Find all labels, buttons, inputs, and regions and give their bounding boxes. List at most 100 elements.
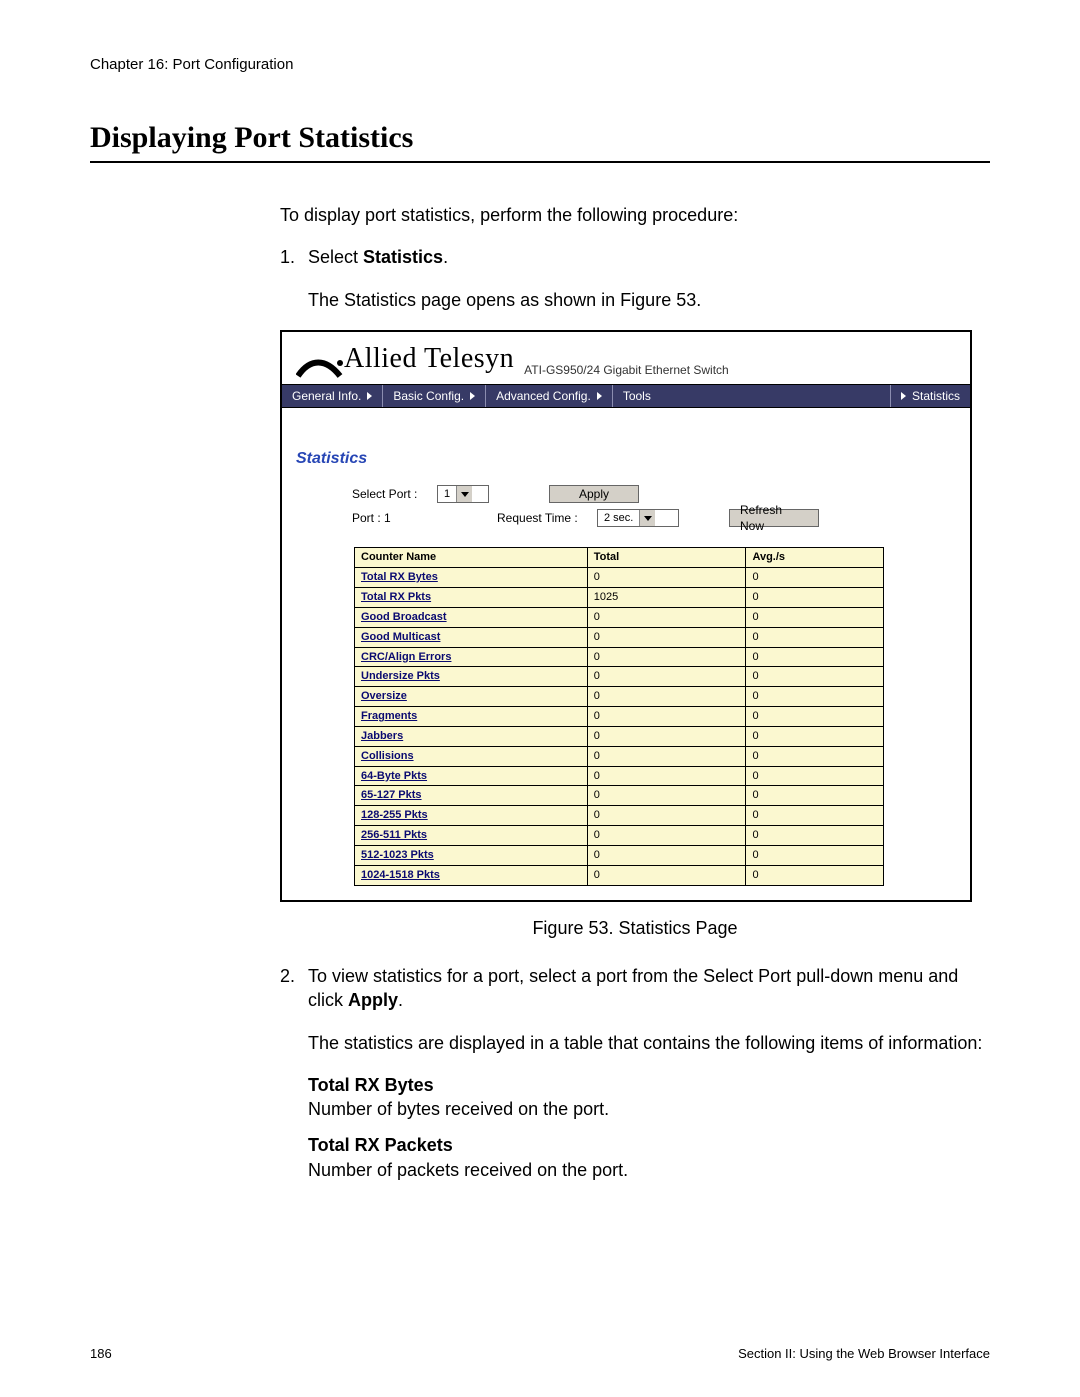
menu-label: Statistics xyxy=(912,388,960,404)
table-row: 1024-1518 Pkts 00 xyxy=(355,865,884,885)
step-bold: Statistics xyxy=(363,247,443,267)
menu-bar: General Info. Basic Config. Advanced Con… xyxy=(282,384,970,408)
cell-avg: 0 xyxy=(746,707,884,727)
chevron-right-icon xyxy=(367,392,372,400)
counter-name-link[interactable]: 512-1023 Pkts xyxy=(361,849,434,861)
table-row: Jabbers00 xyxy=(355,726,884,746)
menu-label: Advanced Config. xyxy=(496,388,591,404)
request-time-label: Request Time : xyxy=(497,510,587,526)
brand-name: Allied Telesyn xyxy=(344,340,514,378)
page-footer: 186 Section II: Using the Web Browser In… xyxy=(90,1346,990,1361)
def-desc: Number of packets received on the port. xyxy=(308,1158,990,1182)
cell-avg: 0 xyxy=(746,826,884,846)
counter-name-link[interactable]: Oversize xyxy=(361,690,407,702)
menu-label: General Info. xyxy=(292,388,361,404)
cell-total: 0 xyxy=(587,865,746,885)
figure-caption: Figure 53. Statistics Page xyxy=(280,916,990,940)
cell-avg: 0 xyxy=(746,845,884,865)
cell-avg: 0 xyxy=(746,627,884,647)
def-term: Total RX Packets xyxy=(308,1133,990,1157)
definition-list: Total RX Bytes Number of bytes received … xyxy=(308,1073,990,1182)
menu-label: Basic Config. xyxy=(393,388,464,404)
cell-total: 0 xyxy=(587,707,746,727)
table-row: Oversize 00 xyxy=(355,687,884,707)
section-label: Section II: Using the Web Browser Interf… xyxy=(738,1346,990,1361)
cell-total: 0 xyxy=(587,667,746,687)
table-row: 128-255 Pkts 00 xyxy=(355,806,884,826)
cell-total: 0 xyxy=(587,786,746,806)
menu-statistics[interactable]: Statistics xyxy=(891,385,970,407)
counter-name-link[interactable]: CRC/Align Errors xyxy=(361,651,451,663)
counter-name-link[interactable]: Good Broadcast xyxy=(361,611,447,623)
table-row: Total RX Bytes00 xyxy=(355,568,884,588)
counter-name-link[interactable]: Fragments xyxy=(361,710,417,722)
select-port-value: 1 xyxy=(438,487,456,502)
table-row: Fragments 00 xyxy=(355,707,884,727)
col-avg: Avg./s xyxy=(746,548,884,568)
table-row: Good Broadcast00 xyxy=(355,607,884,627)
cell-avg: 0 xyxy=(746,865,884,885)
select-port-dropdown[interactable]: 1 xyxy=(437,485,489,503)
counter-name-link[interactable]: Total RX Pkts xyxy=(361,591,431,603)
table-row: 512-1023 Pkts00 xyxy=(355,845,884,865)
counter-name-link[interactable]: 1024-1518 Pkts xyxy=(361,869,440,881)
menu-tools[interactable]: Tools xyxy=(613,385,891,407)
step-suffix: . xyxy=(398,990,403,1010)
menu-general-info[interactable]: General Info. xyxy=(282,385,383,407)
cell-total: 0 xyxy=(587,647,746,667)
cell-avg: 0 xyxy=(746,647,884,667)
product-name: ATI-GS950/24 Gigabit Ethernet Switch xyxy=(524,362,729,378)
counter-name-link[interactable]: Jabbers xyxy=(361,730,403,742)
table-row: Good Multicast00 xyxy=(355,627,884,647)
chevron-down-icon xyxy=(456,486,472,502)
step-follow: The statistics are displayed in a table … xyxy=(308,1031,990,1055)
cell-total: 0 xyxy=(587,568,746,588)
step-number: 1. xyxy=(280,245,308,269)
counter-name-link[interactable]: Total RX Bytes xyxy=(361,571,438,583)
def-desc: Number of bytes received on the port. xyxy=(308,1097,990,1121)
table-row: 65-127 Pkts 00 xyxy=(355,786,884,806)
cell-avg: 0 xyxy=(746,607,884,627)
cell-avg: 0 xyxy=(746,786,884,806)
intro-text: To display port statistics, perform the … xyxy=(280,203,990,227)
chevron-right-icon xyxy=(597,392,602,400)
menu-basic-config[interactable]: Basic Config. xyxy=(383,385,486,407)
chevron-down-icon xyxy=(639,510,655,526)
step-text: Select Statistics. xyxy=(308,245,990,269)
step-number: 2. xyxy=(280,964,308,1013)
counter-name-link[interactable]: Undersize Pkts xyxy=(361,670,440,682)
chevron-right-icon xyxy=(470,392,475,400)
apply-button[interactable]: Apply xyxy=(549,485,639,503)
page: Chapter 16: Port Configuration Displayin… xyxy=(0,0,1080,1397)
step-text: To view statistics for a port, select a … xyxy=(308,964,990,1013)
cell-avg: 0 xyxy=(746,806,884,826)
port-label: Port : 1 xyxy=(352,510,437,526)
step-prefix: To view statistics for a port, select a … xyxy=(308,966,958,1010)
refresh-now-button[interactable]: Refresh Now xyxy=(729,509,819,527)
request-time-dropdown[interactable]: 2 sec. xyxy=(597,509,679,527)
def-term: Total RX Bytes xyxy=(308,1073,990,1097)
step-1: 1. Select Statistics. xyxy=(280,245,990,269)
cell-total: 0 xyxy=(587,687,746,707)
counter-name-link[interactable]: 128-255 Pkts xyxy=(361,809,428,821)
figure-53: Allied Telesyn ATI-GS950/24 Gigabit Ethe… xyxy=(280,330,972,902)
chevron-right-icon xyxy=(901,392,906,400)
request-time-value: 2 sec. xyxy=(598,511,639,526)
counter-name-link[interactable]: 256-511 Pkts xyxy=(361,829,427,841)
cell-total: 0 xyxy=(587,806,746,826)
panel-title: Statistics xyxy=(282,408,970,480)
menu-advanced-config[interactable]: Advanced Config. xyxy=(486,385,613,407)
counter-name-link[interactable]: Collisions xyxy=(361,750,414,762)
cell-avg: 0 xyxy=(746,687,884,707)
brand-logo-icon xyxy=(296,356,338,378)
col-counter-name: Counter Name xyxy=(355,548,588,568)
step-follow: The Statistics page opens as shown in Fi… xyxy=(308,288,990,312)
table-row: Undersize Pkts 00 xyxy=(355,667,884,687)
table-row: Total RX Pkts10250 xyxy=(355,587,884,607)
cell-avg: 0 xyxy=(746,746,884,766)
cell-avg: 0 xyxy=(746,667,884,687)
counter-name-link[interactable]: 64-Byte Pkts xyxy=(361,770,427,782)
step-2: 2. To view statistics for a port, select… xyxy=(280,964,990,1013)
counter-name-link[interactable]: 65-127 Pkts xyxy=(361,789,422,801)
counter-name-link[interactable]: Good Multicast xyxy=(361,631,440,643)
